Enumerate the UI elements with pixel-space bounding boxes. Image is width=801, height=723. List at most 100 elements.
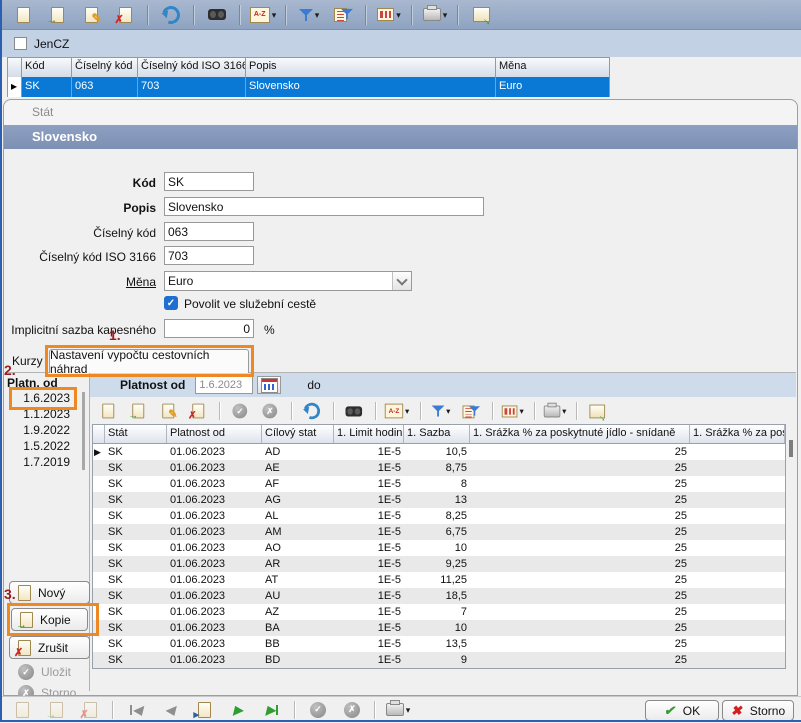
grid-col-header[interactable]: 1. Srážka % za poskytnuté jídlo - snídan… xyxy=(470,425,690,443)
footer-print-button[interactable] xyxy=(381,697,415,723)
record-list-button[interactable] xyxy=(187,697,221,723)
rates-grid-scrollbar[interactable] xyxy=(789,440,793,457)
grid-row[interactable]: ▶SK01.06.2023AD1E-510,525 xyxy=(93,444,785,460)
tab-kurzy[interactable]: Kurzy xyxy=(12,354,43,368)
ciselny-kod-input[interactable] xyxy=(164,222,254,241)
delete-record-button[interactable] xyxy=(108,2,142,28)
iso-kod-input[interactable] xyxy=(164,246,254,265)
grid-row[interactable]: SK01.06.2023AZ1E-5725 xyxy=(93,604,785,620)
previous-record-button[interactable] xyxy=(153,697,187,723)
validity-list-scrollbar[interactable] xyxy=(82,392,85,470)
grid-col-header[interactable]: Cílový stat xyxy=(262,425,334,443)
validity-list-header[interactable]: Platn. od xyxy=(7,376,58,390)
print-button[interactable] xyxy=(418,2,452,28)
storno-button[interactable]: Storno xyxy=(722,700,794,721)
grid-col-header[interactable]: Platnost od xyxy=(167,425,262,443)
columns-button[interactable] xyxy=(372,2,406,28)
popis-input[interactable] xyxy=(164,197,484,216)
footer-cancel-button[interactable] xyxy=(335,697,369,723)
chevron-down-icon[interactable] xyxy=(406,704,411,716)
tab-nastaveni-nahrad[interactable]: Nastavení vypočtu cestovních náhrad xyxy=(49,349,249,373)
grid-cell: 01.06.2023 xyxy=(167,572,262,588)
grid-row[interactable]: SK01.06.2023AG1E-51325 xyxy=(93,492,785,508)
validity-list-item[interactable]: 1.7.2019 xyxy=(6,454,76,470)
footer-confirm-button[interactable] xyxy=(301,697,335,723)
filter-button[interactable] xyxy=(292,2,326,28)
grid-export-button[interactable] xyxy=(583,399,611,423)
chevron-down-icon[interactable] xyxy=(446,405,450,416)
grid-row[interactable]: SK01.06.2023BB1E-513,525 xyxy=(93,636,785,652)
grid-col-header[interactable] xyxy=(93,425,105,443)
validity-list-item[interactable]: 1.6.2023 xyxy=(6,390,76,406)
grid-row[interactable]: SK01.06.2023AU1E-518,525 xyxy=(93,588,785,604)
validity-list-item[interactable]: 1.9.2022 xyxy=(6,422,76,438)
chevron-down-icon[interactable] xyxy=(315,9,320,21)
grid-filter-settings-button[interactable] xyxy=(457,399,485,423)
countries-col-header[interactable]: Popis xyxy=(246,58,496,77)
grid-copy-button[interactable] xyxy=(124,399,152,423)
grid-cancel-button[interactable] xyxy=(256,399,284,423)
grid-columns-button[interactable] xyxy=(499,399,527,423)
kapesne-input[interactable] xyxy=(164,319,254,338)
copy-record-button[interactable] xyxy=(40,2,74,28)
chevron-down-icon[interactable] xyxy=(405,405,409,416)
platnost-od-input[interactable]: 1.6.2023 xyxy=(195,376,253,394)
grid-sort-button[interactable]: A-Z xyxy=(382,399,412,423)
next-record-button[interactable] xyxy=(221,697,255,723)
chevron-down-icon[interactable] xyxy=(272,9,277,21)
countries-row-selected[interactable]: SK 063 703 Slovensko Euro xyxy=(8,77,609,97)
grid-row[interactable]: SK01.06.2023AR1E-59,2525 xyxy=(93,556,785,572)
chevron-down-icon[interactable] xyxy=(443,9,448,21)
povolit-checkbox[interactable] xyxy=(164,296,178,310)
last-record-button[interactable] xyxy=(255,697,289,723)
edit-record-button[interactable] xyxy=(74,2,108,28)
grid-row[interactable]: SK01.06.2023BD1E-5925 xyxy=(93,652,785,668)
grid-refresh-button[interactable] xyxy=(298,399,326,423)
search-button[interactable] xyxy=(200,2,234,28)
grid-col-header[interactable]: 1. Sazba xyxy=(404,425,470,443)
mena-label[interactable]: Měna xyxy=(4,275,156,289)
countries-col-header[interactable]: Číselný kód xyxy=(72,58,138,77)
ok-button[interactable]: OK xyxy=(645,700,719,721)
refresh-button[interactable] xyxy=(154,2,188,28)
countries-col-header[interactable]: Měna xyxy=(496,58,608,77)
new-record-button[interactable] xyxy=(6,2,40,28)
first-record-button[interactable] xyxy=(119,697,153,723)
grid-confirm-button[interactable] xyxy=(226,399,254,423)
copy-icon xyxy=(50,702,63,718)
grid-row[interactable]: SK01.06.2023AF1E-5825 xyxy=(93,476,785,492)
grid-row[interactable]: SK01.06.2023AL1E-58,2525 xyxy=(93,508,785,524)
chevron-down-icon[interactable] xyxy=(519,405,523,416)
grid-print-button[interactable] xyxy=(541,399,569,423)
grid-filter-button[interactable] xyxy=(427,399,455,423)
countries-col-header[interactable]: Kód xyxy=(22,58,72,77)
grid-row[interactable]: SK01.06.2023AO1E-51025 xyxy=(93,540,785,556)
filter-settings-button[interactable] xyxy=(326,2,360,28)
chevron-down-icon[interactable] xyxy=(396,9,401,21)
kopie-button[interactable]: Kopie xyxy=(11,608,88,631)
mena-dropdown-button[interactable] xyxy=(392,272,411,290)
chevron-down-icon[interactable] xyxy=(562,405,566,416)
zrusit-button[interactable]: Zrušit xyxy=(9,636,90,659)
jencz-checkbox[interactable] xyxy=(14,37,27,50)
calendar-button[interactable] xyxy=(257,376,281,394)
mena-combobox[interactable]: Euro xyxy=(164,271,412,291)
sort-button[interactable]: A-Z xyxy=(246,2,280,28)
grid-col-header[interactable]: 1. Limit hodin xyxy=(334,425,404,443)
validity-list-item[interactable]: 1.1.2023 xyxy=(6,406,76,422)
grid-delete-button[interactable] xyxy=(184,399,212,423)
grid-col-header[interactable]: Stát xyxy=(105,425,167,443)
grid-row[interactable]: SK01.06.2023AE1E-58,7525 xyxy=(93,460,785,476)
validity-list-item[interactable]: 1.5.2022 xyxy=(6,438,76,454)
kod-input[interactable] xyxy=(164,172,254,191)
grid-new-button[interactable] xyxy=(94,399,122,423)
countries-col-header[interactable]: Číselný kód ISO 3166 xyxy=(138,58,246,77)
grid-col-header[interactable]: 1. Srážka % za pos xyxy=(690,425,785,443)
grid-row[interactable]: SK01.06.2023AT1E-511,2525 xyxy=(93,572,785,588)
novy-button[interactable]: Nový xyxy=(9,581,90,604)
grid-edit-button[interactable] xyxy=(154,399,182,423)
export-button[interactable] xyxy=(464,2,498,28)
grid-row[interactable]: SK01.06.2023BA1E-51025 xyxy=(93,620,785,636)
grid-search-button[interactable] xyxy=(340,399,368,423)
grid-row[interactable]: SK01.06.2023AM1E-56,7525 xyxy=(93,524,785,540)
